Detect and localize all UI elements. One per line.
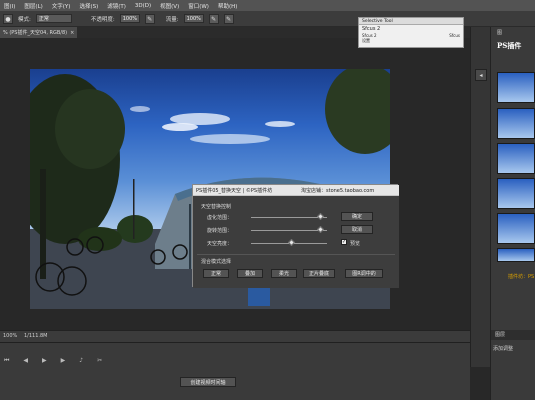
cut-icon[interactable]: ✂ xyxy=(97,357,102,365)
blend-multiply-button[interactable]: 正片叠底 xyxy=(303,269,335,278)
blend-softlight-button[interactable]: 柔光 xyxy=(271,269,297,278)
group-blend-label: 混合模式选择 xyxy=(201,259,232,265)
selective-tool-row1: Sfcus 2 xyxy=(362,26,381,32)
dialog-title: PS插件05_替换天空 | ©PS插件坊 xyxy=(196,188,273,194)
audio-icon[interactable]: ♪ xyxy=(79,357,83,365)
close-icon[interactable]: × xyxy=(70,30,74,36)
sky-thumb[interactable] xyxy=(497,213,535,244)
group-sky-control-label: 天空替换控制 xyxy=(201,204,232,210)
slider-label-rotate: 旋转范围： xyxy=(207,228,233,234)
sky-replace-dialog: PS插件05_替换天空 | ©PS插件坊 淘宝店铺：stone5.taobao.… xyxy=(192,184,399,288)
right-panel-top-label: 图 xyxy=(497,30,503,36)
brand-logo: PS插件 xyxy=(497,41,522,50)
selective-tool-panel[interactable]: Selective Tool Sfcus 2 Sfcus 2 Sfcus 设置 xyxy=(358,17,464,48)
dialog-shop-text: 淘宝店铺：stone5.taobao.com xyxy=(301,188,375,194)
sky-thumb[interactable] xyxy=(497,72,535,103)
blur-slider-knob[interactable] xyxy=(316,212,325,221)
mode-label: 模式: xyxy=(18,16,31,23)
opacity-label: 不透明度: xyxy=(90,16,115,23)
pressure-size-icon[interactable]: ✎ xyxy=(223,13,234,24)
dialog-body: 天空替换控制 虚化范围： 确定 旋转范围： 取消 天空亮度： ✓ 预览 混合模式… xyxy=(193,196,399,288)
selective-tool-row2-right: Sfcus xyxy=(449,33,460,38)
brush-preset-icon[interactable]: ● xyxy=(3,13,13,24)
selective-tool-settings[interactable]: 设置 xyxy=(359,38,463,44)
dialog-title-bar: PS插件05_替换天空 | ©PS插件坊 淘宝店铺：stone5.taobao.… xyxy=(193,185,399,196)
layers-tab[interactable]: 图层 xyxy=(491,330,535,340)
rotate-slider-track[interactable] xyxy=(251,230,327,231)
blend-overlay-button[interactable]: 叠加 xyxy=(237,269,263,278)
play-icon[interactable]: ▶ xyxy=(42,357,47,365)
menu-item-image[interactable]: 图(I) xyxy=(4,2,15,10)
dialog-divider xyxy=(197,254,395,255)
blur-slider-track[interactable] xyxy=(251,217,327,218)
menu-item-view[interactable]: 视图(V) xyxy=(160,2,179,10)
pressure-opacity-icon[interactable]: ✎ xyxy=(144,13,155,24)
sky-thumb[interactable] xyxy=(497,178,535,209)
blend-custom-button[interactable]: 图R调中的 xyxy=(345,269,383,278)
preview-checkbox[interactable]: ✓ xyxy=(341,239,347,245)
ok-button[interactable]: 确定 xyxy=(341,212,373,221)
menu-item-filter[interactable]: 滤镜(T) xyxy=(107,2,126,10)
mode-select[interactable]: 正常 xyxy=(35,14,72,23)
zoom-readout[interactable]: 100% xyxy=(3,333,17,339)
menu-item-type[interactable]: 文字(Y) xyxy=(52,2,71,10)
flow-label: 流量: xyxy=(165,16,179,23)
menu-item-3d[interactable]: 3D(D) xyxy=(135,3,151,9)
sky-thumb[interactable] xyxy=(497,248,535,262)
menu-bar: 图(I) 图层(L) 文字(Y) 选择(S) 滤镜(T) 3D(D) 视图(V)… xyxy=(0,0,535,11)
blend-normal-button[interactable]: 正常 xyxy=(203,269,229,278)
document-tab[interactable]: % (PS插件_天空04, RGB/8) × xyxy=(0,27,78,38)
rotate-slider-knob[interactable] xyxy=(316,225,325,234)
first-frame-icon[interactable]: ⏮ xyxy=(4,357,9,365)
create-video-timeline-button[interactable]: 创建视频时间轴 xyxy=(180,377,236,387)
collapsed-panel-column: ◂ xyxy=(470,27,490,367)
next-frame-icon[interactable]: ▶ xyxy=(61,357,66,365)
menu-item-help[interactable]: 帮助(H) xyxy=(218,2,237,10)
sky-thumb[interactable] xyxy=(497,143,535,174)
sky-thumb[interactable] xyxy=(497,108,535,139)
menu-item-layer[interactable]: 图层(L) xyxy=(24,2,42,10)
menu-item-window[interactable]: 窗口(W) xyxy=(188,2,209,10)
status-bar: 100% 1/111.8M xyxy=(0,330,470,342)
selective-tool-title: Selective Tool xyxy=(359,18,463,25)
slider-label-blur: 虚化范围： xyxy=(207,215,233,221)
preview-label: 预览 xyxy=(350,241,361,247)
cancel-button[interactable]: 取消 xyxy=(341,225,373,234)
slider-label-brightness: 天空亮度： xyxy=(207,241,233,247)
brightness-slider-knob[interactable] xyxy=(287,238,296,247)
airbrush-icon[interactable]: ✎ xyxy=(208,13,219,24)
adjustments-label: 添加调整 xyxy=(493,346,514,352)
document-tab-label: % (PS插件_天空04, RGB/8) xyxy=(3,30,68,36)
panel-footer-text: 插件坊：PS xyxy=(508,274,535,280)
flow-field[interactable]: 100% xyxy=(183,14,204,23)
prev-frame-icon[interactable]: ◀ xyxy=(23,357,28,365)
timeline-panel: ⏮ ◀ ▶ ▶ ♪ ✂ 创建视频时间轴 xyxy=(0,342,470,400)
menu-item-select[interactable]: 选择(S) xyxy=(79,2,98,10)
collapse-toggle-icon[interactable]: ◂ xyxy=(475,69,487,81)
doc-size-readout: 1/111.8M xyxy=(24,333,48,339)
opacity-field[interactable]: 100% xyxy=(119,14,140,23)
